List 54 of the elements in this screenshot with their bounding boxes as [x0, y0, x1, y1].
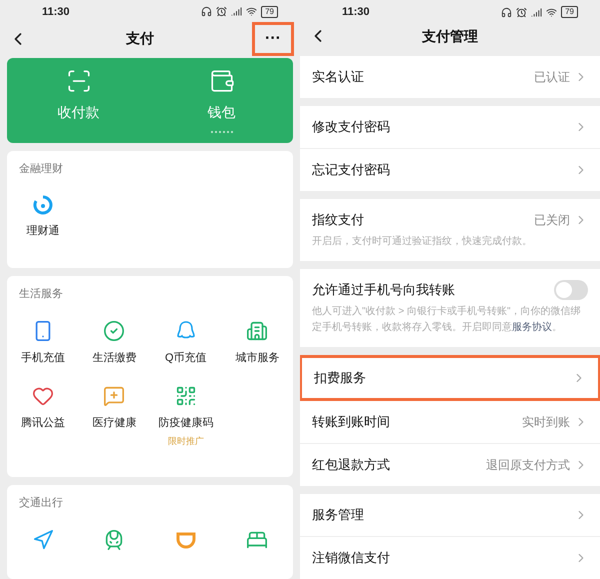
- signal-icon: [531, 6, 542, 18]
- status-time: 11:30: [342, 4, 370, 20]
- service-item[interactable]: 腾讯公益: [7, 384, 78, 448]
- wallet-icon: [208, 68, 234, 94]
- more-button[interactable]: ···: [252, 22, 294, 56]
- check-circle-icon: [103, 320, 126, 342]
- row-label: 服务管理: [312, 506, 364, 524]
- row-description: 开启后，支付时可通过验证指纹，快速完成付款。: [312, 234, 533, 249]
- alarm-icon: [216, 6, 228, 18]
- drop-circle-icon: [32, 195, 53, 215]
- service-item[interactable]: 生活缴费: [78, 320, 150, 366]
- service-item[interactable]: 医疗健康: [78, 384, 150, 448]
- headphones-icon: [501, 6, 512, 18]
- qr-code-icon: [174, 384, 197, 406]
- alarm-icon: [516, 6, 528, 18]
- status-time: 11:30: [42, 4, 70, 20]
- bed-icon: [246, 529, 268, 551]
- buildings-icon: [246, 320, 268, 342]
- section-title: 生活服务: [18, 286, 64, 302]
- settings-row[interactable]: 扣费服务: [300, 355, 600, 401]
- row-value: 实时到账: [522, 414, 570, 431]
- masked-balance-dots: [210, 130, 232, 133]
- row-value: 退回原支付方式: [486, 457, 570, 474]
- section-title: 金融理财: [18, 162, 64, 176]
- promo-label: 限时推广: [168, 435, 204, 448]
- service-item[interactable]: 理财通: [7, 195, 78, 240]
- service-item[interactable]: 手机充值: [7, 320, 78, 366]
- navigation-icon: [32, 529, 54, 551]
- row-label: 允许通过手机号向我转账: [312, 281, 455, 300]
- row-label: 红包退款方式: [312, 456, 390, 474]
- row-label: 修改支付密码: [312, 118, 390, 136]
- service-item[interactable]: 防疫健康码 限时推广: [150, 384, 222, 448]
- row-value: 已关闭: [534, 212, 570, 229]
- service-item[interactable]: 城市服务: [222, 320, 293, 366]
- row-label: 忘记支付密码: [312, 161, 390, 180]
- row-label: 转账到账时间: [312, 413, 390, 432]
- signal-icon: [231, 6, 242, 18]
- battery-level: 79: [261, 6, 278, 18]
- section-title: 交通出行: [18, 496, 64, 510]
- row-label: 扣费服务: [314, 369, 366, 388]
- headphones-icon: [201, 6, 212, 18]
- scan-icon: [66, 68, 92, 94]
- service-item[interactable]: Q币充值: [150, 320, 222, 366]
- toggle-switch[interactable]: [554, 280, 588, 300]
- row-value: 已认证: [534, 69, 570, 86]
- wifi-icon: [546, 6, 558, 18]
- page-title: 支付: [126, 29, 154, 48]
- medical-chat-icon: [103, 384, 126, 406]
- row-label: 注销微信支付: [312, 549, 390, 568]
- page-title: 支付管理: [421, 26, 479, 46]
- battery-level: 79: [561, 6, 578, 18]
- row-description: 他人可进入"收付款 > 向银行卡或手机号转账"，向你的微信绑定手机号转账，收款将存入零钱。开启即同意服务协议。: [312, 304, 582, 335]
- row-label: 实名认证: [312, 68, 364, 86]
- row-label: 指纹支付: [312, 211, 364, 230]
